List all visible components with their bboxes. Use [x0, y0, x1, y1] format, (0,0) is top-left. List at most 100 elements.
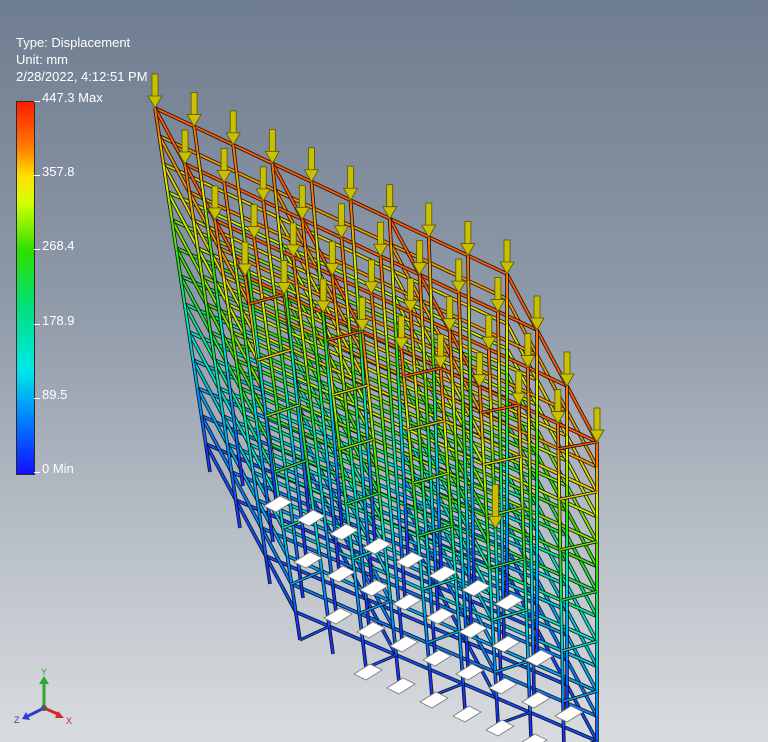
scaffold-standard [485, 516, 490, 543]
load-arrow-shaft [563, 351, 571, 377]
load-arrow-icon [147, 95, 163, 109]
scaffold-standard [452, 408, 457, 435]
scaffold-standard [438, 518, 442, 545]
load-arrow-shaft [524, 333, 532, 358]
scaffold-ledger [350, 199, 391, 220]
load-arrow-shaft [190, 92, 198, 117]
scaffold-ledger [197, 153, 237, 174]
scaffold-ledger [429, 261, 469, 282]
scaffold-standard [525, 609, 529, 636]
scaffold-standard [487, 542, 491, 569]
load-arrow-shaft [259, 166, 267, 192]
support-base-pad [485, 719, 515, 737]
scaffold-model-viewport[interactable] [0, 0, 768, 742]
scaffold-ledger [341, 236, 381, 258]
scaffold-standard [418, 274, 423, 301]
scaffold-standard [392, 296, 397, 323]
load-arrow-shaft [485, 314, 493, 340]
support-base-pad [521, 733, 548, 742]
scaffold-transom [566, 385, 583, 415]
scaffold-standard [394, 322, 398, 349]
scaffold-standard [457, 486, 461, 513]
scaffold-standard [399, 426, 404, 453]
scaffold-brace [558, 441, 598, 450]
load-arrow-shaft [151, 73, 159, 99]
load-arrow-shaft [347, 165, 354, 191]
load-arrow-shaft [268, 128, 276, 154]
scaffold-standard [427, 430, 431, 457]
scaffold-standard [465, 641, 469, 669]
scaffold-standard [488, 568, 492, 595]
load-arrow-shaft [554, 389, 562, 414]
x-axis-label: X [66, 716, 72, 726]
scaffold-standard [401, 452, 405, 479]
load-arrow-shaft [241, 241, 249, 267]
load-arrow-shaft [446, 296, 454, 322]
scaffold-transom [536, 329, 553, 359]
scaffold-transom [506, 273, 523, 303]
scaffold-standard [484, 490, 488, 517]
load-arrow-shaft [220, 148, 228, 173]
scaffold-standard [404, 504, 408, 531]
z-axis-label: Z [14, 715, 20, 725]
scaffold-standard [424, 378, 428, 405]
y-axis-label: Y [41, 668, 47, 677]
scaffold-standard [469, 600, 472, 627]
scaffold-standard [429, 288, 433, 314]
load-arrow-shaft [503, 239, 511, 265]
scaffold-ledger [236, 171, 276, 192]
load-arrow-shaft [211, 185, 219, 211]
load-arrow-shaft [437, 333, 444, 359]
scaffold-ledger [232, 143, 273, 165]
scaffold-standard [517, 405, 521, 431]
triad-origin [41, 705, 47, 711]
scaffold-standard [494, 528, 498, 555]
scaffold-ledger [311, 180, 351, 202]
scaffold-standard [435, 585, 439, 613]
scaffold-standard [459, 538, 464, 565]
scaffold-standard [439, 544, 442, 571]
scaffold-standard [462, 421, 466, 447]
scaffold-standard [458, 512, 462, 539]
scaffold-standard [420, 300, 424, 327]
load-arrow-shaft [298, 184, 306, 210]
scaffold-standard [433, 390, 437, 417]
load-arrow-shaft [250, 204, 258, 229]
scaffold-standard [464, 472, 468, 499]
load-arrow-shaft [358, 296, 366, 322]
scaffold-standard [459, 344, 463, 370]
scaffold-standard [460, 369, 464, 396]
scaffold-ledger [291, 583, 326, 600]
scaffold-standard [465, 497, 469, 524]
scaffold-standard [520, 481, 524, 508]
load-arrow-shaft [289, 222, 297, 248]
scaffold-standard [395, 654, 400, 683]
scaffold-standard [478, 386, 483, 413]
load-arrow-shaft [464, 221, 472, 246]
scaffold-standard [461, 564, 465, 591]
load-arrow-shaft [308, 147, 315, 173]
scaffold-standard [402, 478, 407, 505]
scaffold-standard [480, 412, 484, 439]
load-arrow-shaft [491, 483, 499, 519]
scaffold-standard [390, 244, 394, 271]
scaffold-standard [454, 434, 458, 461]
scaffold-standard [524, 584, 528, 611]
scaffold-standard [489, 400, 493, 426]
scaffold-ledger [428, 236, 469, 257]
load-arrow-shaft [229, 110, 237, 136]
scaffold-standard [519, 456, 523, 482]
load-arrow-shaft [398, 315, 405, 341]
scaffold-standard [467, 549, 471, 575]
load-arrow-shaft [377, 221, 384, 247]
load-arrow-shaft [407, 277, 414, 303]
scaffold-standard [430, 313, 434, 340]
view-cube-triad[interactable]: Y Z X [14, 668, 78, 728]
scaffold-ledger [295, 611, 330, 628]
scaffold-standard [432, 534, 437, 561]
scaffold-standard [434, 416, 438, 443]
load-arrow-shaft [416, 240, 424, 266]
scaffold-standard [466, 523, 470, 550]
scaffold-standard [436, 467, 440, 494]
scaffold-standard [448, 330, 453, 357]
